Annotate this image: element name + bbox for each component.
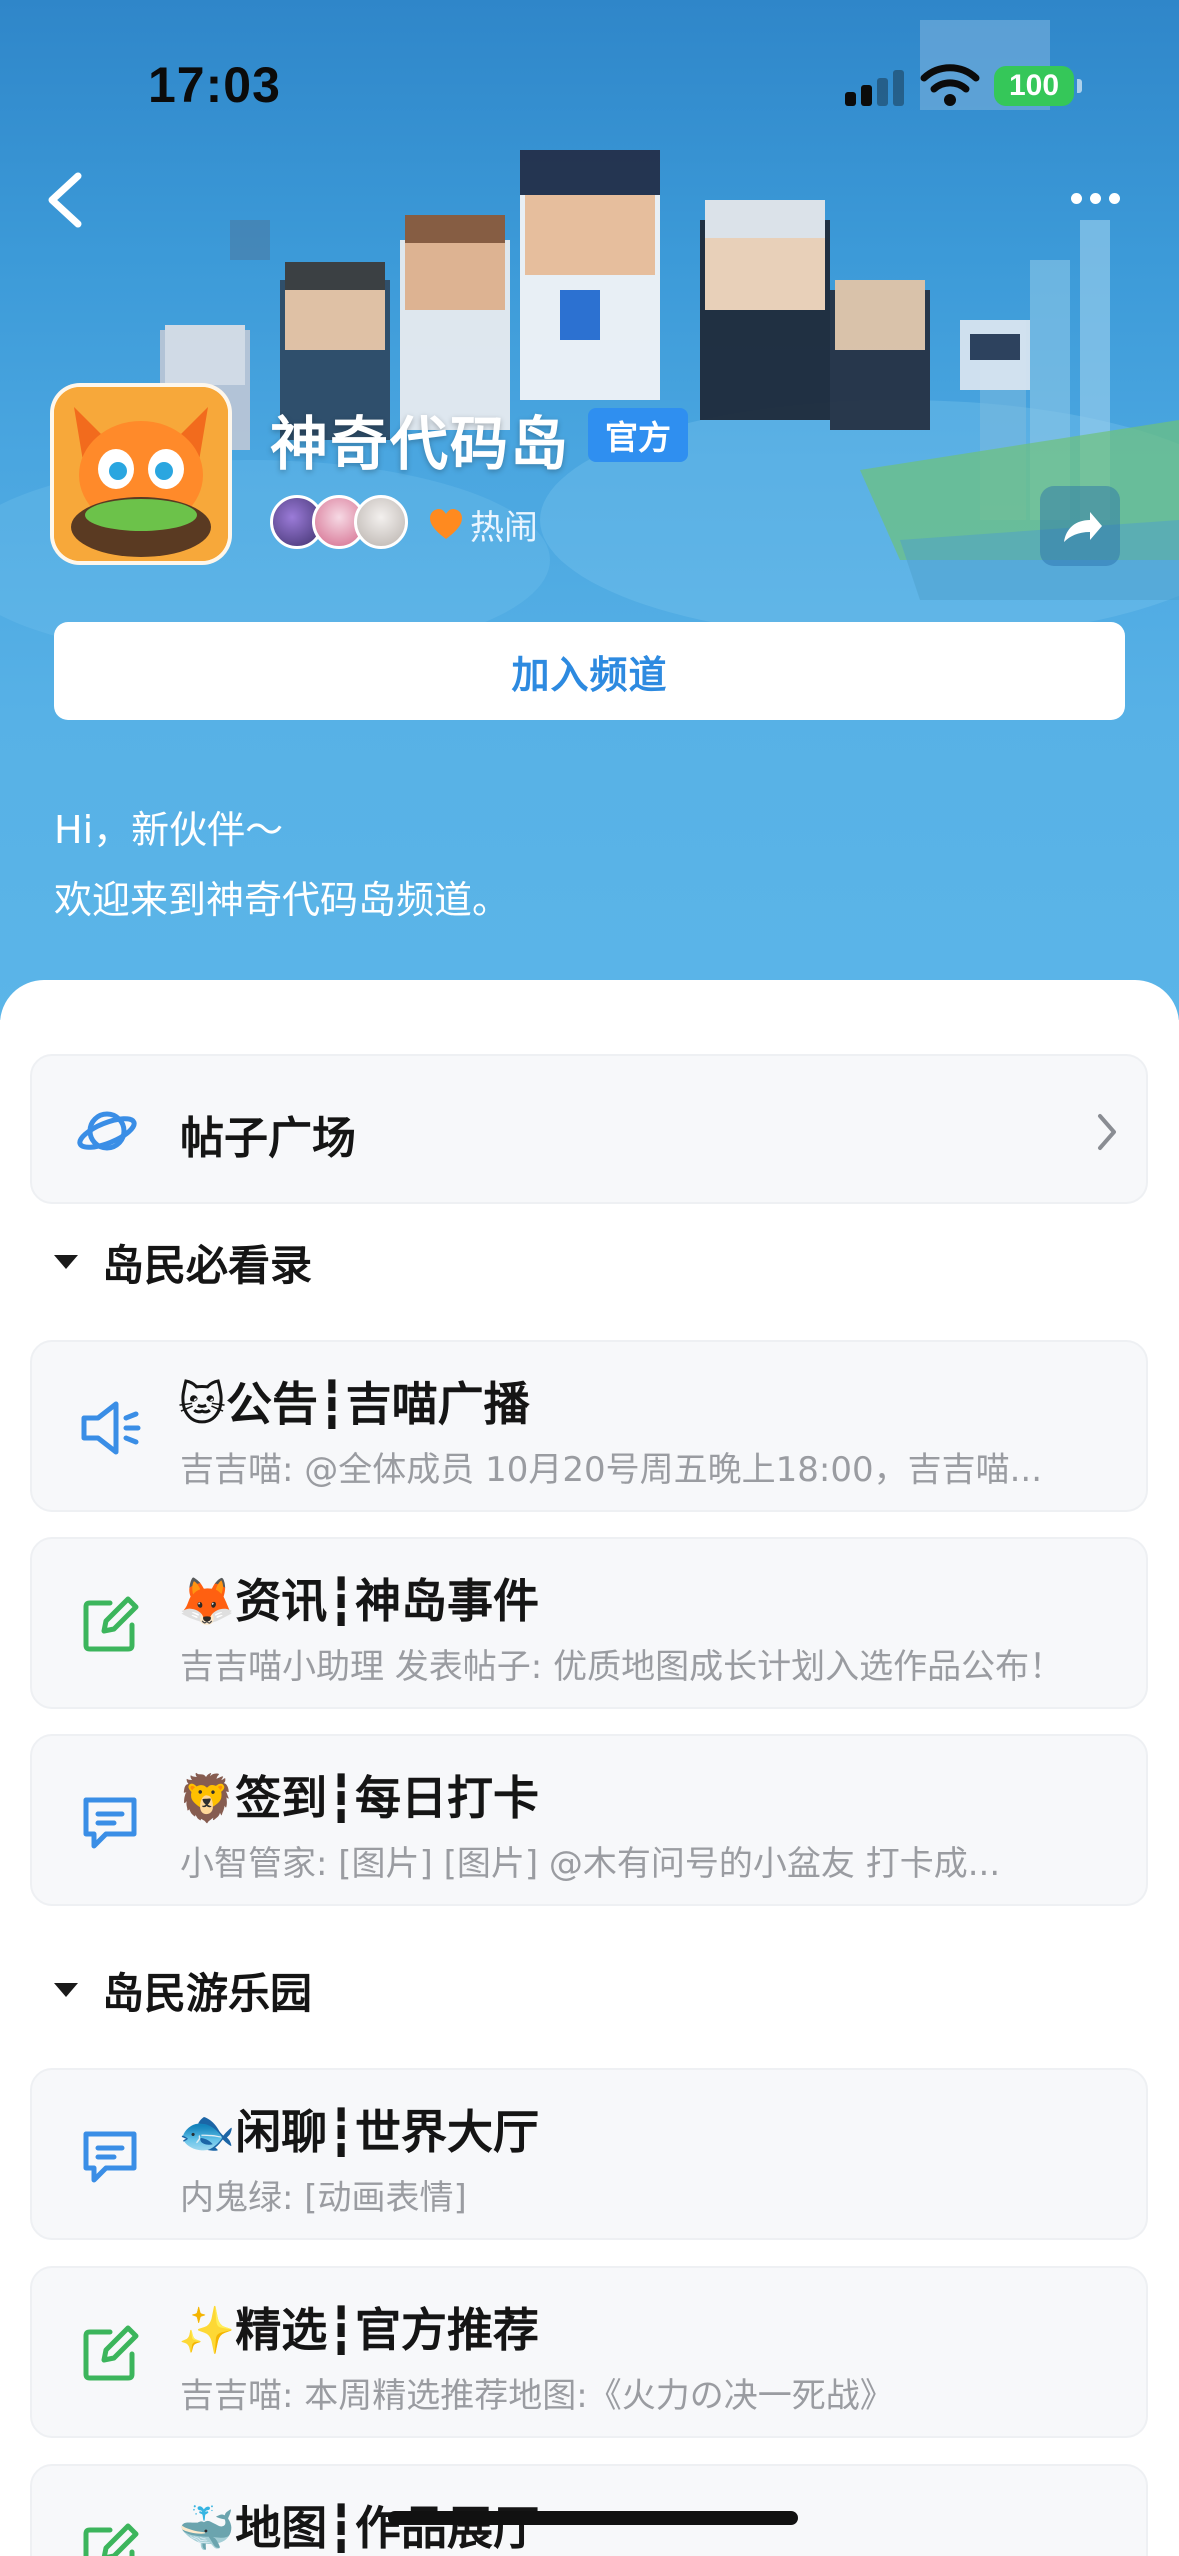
channel-item-news[interactable]: 🦊资讯┇神岛事件 吉吉喵小助理 发表帖子: 优质地图成长计划入选作品公布！ bbox=[30, 1537, 1148, 1709]
welcome-line-1: Hi，新伙伴～ bbox=[54, 808, 284, 852]
caret-down-icon bbox=[54, 1255, 78, 1269]
caret-down-icon bbox=[54, 1983, 78, 1997]
channel-title: 🦊资讯┇神岛事件 bbox=[178, 1574, 539, 1628]
section-label: 岛民必看录 bbox=[102, 1240, 313, 1290]
channel-last-message: 吉吉喵: @全体成员 10月20号周五晚上18:00，吉吉喵... bbox=[180, 1450, 1043, 1490]
post-plaza-label: 帖子广场 bbox=[180, 1113, 356, 1164]
channel-last-message: 小智管家: [图片] [图片] @木有问号的小盆友 打卡成... bbox=[180, 1844, 1001, 1884]
battery-indicator: 100 bbox=[994, 66, 1082, 106]
edit-icon bbox=[83, 2523, 139, 2556]
channel-item-chat[interactable]: 🐟闲聊┇世界大厅 内鬼绿: [动画表情] bbox=[30, 2068, 1148, 2240]
more-options-icon[interactable] bbox=[1068, 186, 1124, 210]
section-header-must-read[interactable]: 岛民必看录 bbox=[54, 1232, 312, 1292]
join-channel-button[interactable]: 加入频道 bbox=[54, 622, 1125, 720]
channel-last-message: 内鬼绿: [动画表情] bbox=[180, 2178, 467, 2218]
edit-icon bbox=[83, 1596, 139, 1652]
post-plaza-entry[interactable]: 帖子广场 bbox=[30, 1054, 1148, 1204]
wifi-icon bbox=[920, 64, 980, 106]
chat-icon bbox=[83, 1797, 137, 1849]
channel-item-checkin[interactable]: 🦁签到┇每日打卡 小智管家: [图片] [图片] @木有问号的小盆友 打卡成..… bbox=[30, 1734, 1148, 1906]
channel-item-announcement[interactable]: 🐱公告┇吉喵广播 吉吉喵: @全体成员 10月20号周五晚上18:00，吉吉喵.… bbox=[30, 1340, 1148, 1512]
channel-last-message: 吉吉喵小助理 发表帖子: 优质地图成长计划入选作品公布！ bbox=[180, 1647, 1064, 1687]
back-arrow-icon[interactable] bbox=[40, 168, 90, 232]
section-label: 岛民游乐园 bbox=[102, 1968, 313, 2018]
status-bar: 17:03 100 bbox=[0, 0, 1179, 170]
heart-icon bbox=[430, 509, 462, 539]
share-arrow-icon bbox=[1064, 512, 1102, 542]
cellular-signal-icon bbox=[845, 70, 905, 106]
chevron-right-icon bbox=[1098, 1114, 1116, 1150]
channel-title: 🐟闲聊┇世界大厅 bbox=[178, 2105, 539, 2159]
welcome-message: Hi，新伙伴～ 欢迎来到神奇代码岛频道。 bbox=[54, 795, 510, 935]
channel-avatar bbox=[50, 383, 232, 565]
megaphone-icon bbox=[81, 1401, 141, 1455]
channel-banner: 17:03 100 神奇代码岛 官方 热闹 加入频道 Hi，新伙伴～ 欢迎来到神… bbox=[0, 0, 1179, 1020]
fox-mascot-icon bbox=[54, 387, 228, 561]
channel-title: 🦁签到┇每日打卡 bbox=[178, 1771, 539, 1825]
official-badge: 官方 bbox=[588, 408, 688, 462]
member-avatar bbox=[354, 495, 408, 549]
member-avatars[interactable] bbox=[270, 495, 420, 551]
channel-item-featured[interactable]: ✨精选┇官方推荐 吉吉喵: 本周精选推荐地图:《火力の决一死战》 bbox=[30, 2266, 1148, 2438]
chat-icon bbox=[83, 2131, 137, 2183]
welcome-line-2: 欢迎来到神奇代码岛频道。 bbox=[54, 878, 511, 922]
edit-icon bbox=[83, 2325, 139, 2381]
clock: 17:03 bbox=[148, 57, 281, 113]
share-button[interactable] bbox=[1040, 486, 1120, 566]
home-indicator[interactable] bbox=[388, 2511, 798, 2525]
section-header-playground[interactable]: 岛民游乐园 bbox=[54, 1960, 312, 2020]
channel-title: ✨精选┇官方推荐 bbox=[178, 2303, 539, 2357]
channel-title: 🐱公告┇吉喵广播 bbox=[178, 1377, 530, 1431]
channel-item-maps[interactable]: 🐳地图┇作品展厅 bbox=[30, 2464, 1148, 2556]
channel-name: 神奇代码岛 bbox=[270, 410, 571, 478]
activity-label: 热闹 bbox=[470, 508, 538, 548]
channel-last-message: 吉吉喵: 本周精选推荐地图:《火力の决一死战》 bbox=[180, 2376, 894, 2416]
planet-icon bbox=[77, 1111, 137, 1151]
